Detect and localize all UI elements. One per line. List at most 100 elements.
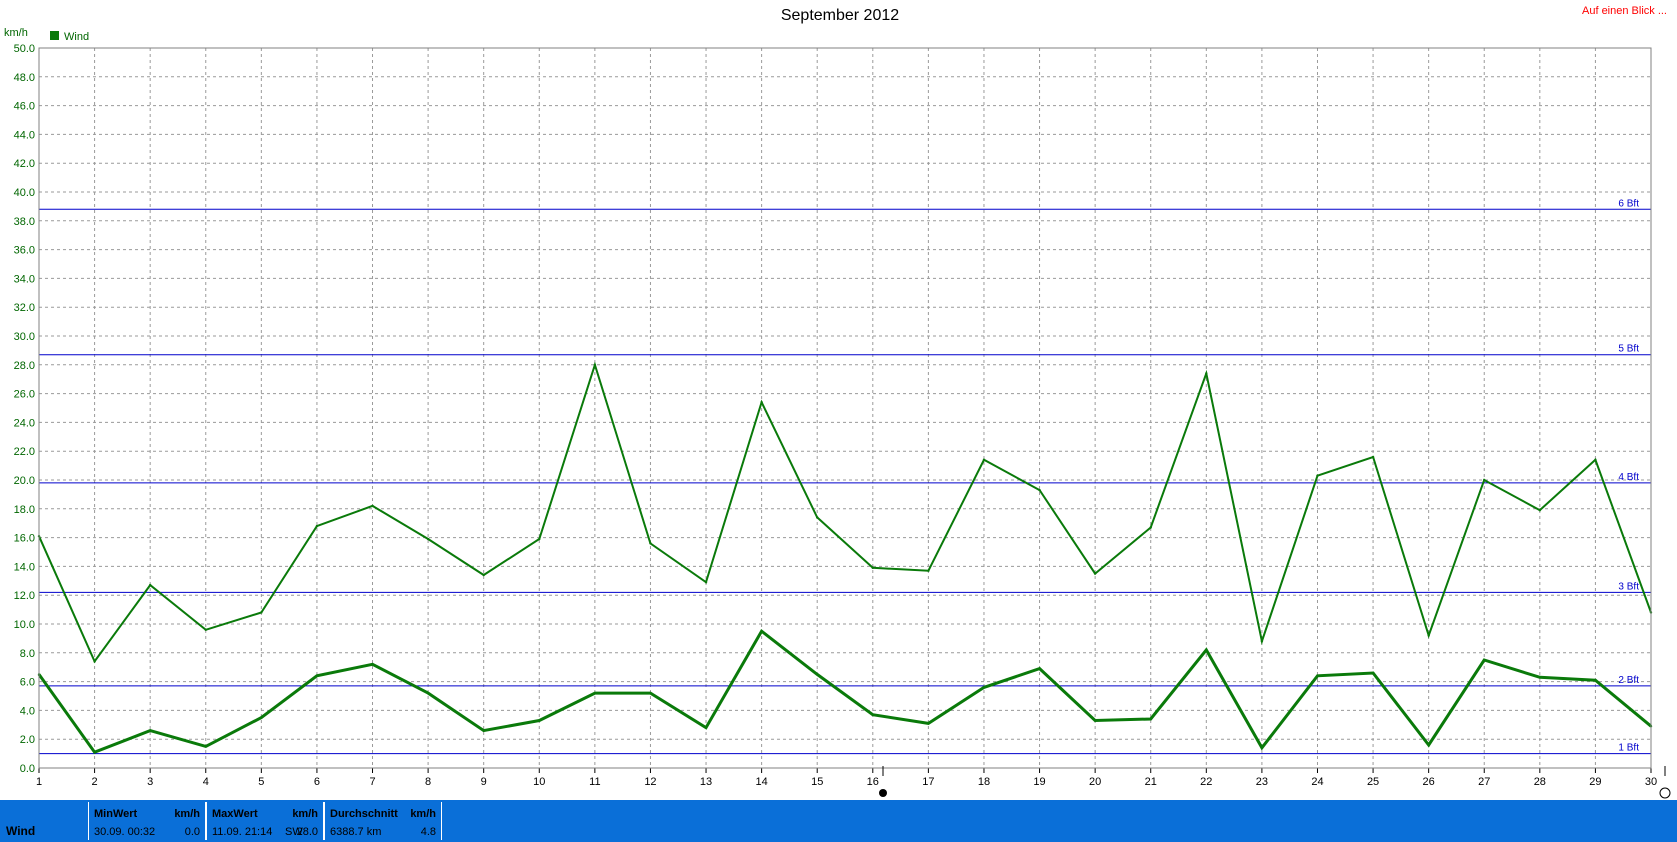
data-point-gust [93,660,96,663]
y-tick-label: 50.0 [14,43,35,55]
x-tick-label: 26 [1423,776,1435,788]
data-point-average [482,729,485,732]
stats-max-unit: km/h [292,808,318,820]
stats-avg-distance: 6388.7 km [330,826,382,838]
x-tick-label: 3 [147,776,153,788]
data-point-average [760,630,763,633]
data-point-gust [1316,474,1319,477]
data-point-average [148,729,152,732]
x-tick-label: 12 [644,776,656,788]
stats-max-value: 28.0 [296,826,318,838]
data-point-average [260,716,263,719]
data-point-average [1038,667,1041,670]
data-point-gust [260,611,263,614]
y-tick-label: 46.0 [14,101,35,113]
x-tick-label: 14 [755,776,767,788]
data-point-average [1316,674,1319,678]
y-tick-label: 38.0 [14,216,35,228]
x-tick-label: 20 [1089,776,1101,788]
wind-chart: September 2012 km/h Wind 1 Bft 2 Bft 3 Bft… [4,7,1671,799]
y-tick-label: 10.0 [14,619,35,631]
data-point-gust [1205,372,1208,375]
beaufort-label: 1 Bft [1618,743,1639,754]
y-tick-label: 0.0 [20,763,35,775]
legend-swatch [50,31,59,40]
grid [39,47,1651,769]
beaufort-label: 2 Bft [1618,675,1639,686]
y-tick-label: 22.0 [14,446,35,458]
data-point-gust [871,566,874,570]
data-point-average [93,750,96,754]
x-tick-label: 4 [203,776,209,788]
data-point-average [982,686,986,689]
data-point-gust [538,537,541,541]
data-point-gust [1538,509,1542,512]
x-tick-label: 8 [425,776,431,788]
x-tick-label: 25 [1367,776,1379,788]
data-point-average [649,691,652,695]
y-tick-label: 40.0 [14,187,35,199]
data-point-average [1538,676,1542,679]
data-point-average [1205,648,1208,652]
x-tick-label: 11 [589,776,600,788]
y-tick-label: 26.0 [14,389,35,401]
end-circle[interactable] [1659,787,1671,799]
y-tick-label: 16.0 [14,533,35,545]
data-point-average [1260,746,1264,750]
stats-avg-unit: km/h [410,808,436,820]
data-point-gust [1093,572,1097,575]
x-tick-label: 21 [1145,776,1157,788]
x-tick-label: 28 [1534,776,1546,788]
data-point-average [1594,678,1597,682]
y-tick-label: 6.0 [20,677,35,689]
data-point-gust [426,537,430,541]
x-tick-label: 5 [258,776,264,788]
x-tick-label: 17 [922,776,934,788]
y-tick-label: 32.0 [14,302,35,314]
data-point-gust [927,569,930,572]
stats-bar: Wind MinWert km/h 30.09. 00:32 0.0 MaxWe… [0,800,1677,842]
x-tick-label: 18 [978,776,990,788]
x-tick-label: 16 [867,776,879,788]
y-tick-label: 8.0 [20,648,35,660]
y-tick-label: 18.0 [14,504,35,516]
overview-link[interactable]: Auf einen Blick ... [1582,5,1667,17]
data-point-average [927,722,930,725]
data-point-gust [982,458,986,462]
y-tick-label: 42.0 [14,158,35,170]
data-point-gust [148,583,152,587]
data-point-average [704,726,708,729]
data-point-average [1149,717,1152,721]
x-tick-label: 6 [314,776,320,788]
x-tick-label: 30 [1645,776,1657,788]
y-axis-unit: km/h [4,27,28,39]
stats-avg-box: Durchschnitt km/h 6388.7 km 4.8 [324,802,442,840]
x-tick-label: 29 [1589,776,1601,788]
data-point-gust [593,363,597,366]
y-tick-label: 44.0 [14,129,35,141]
data-point-average [538,719,541,722]
x-tick-label: 10 [533,776,545,788]
y-tick-label: 2.0 [20,734,35,746]
x-tick-label: 22 [1200,776,1212,788]
legend-label: Wind [64,31,89,43]
stats-series-name: Wind [6,824,36,838]
y-tick-label: 48.0 [14,72,35,84]
x-tick-label: 9 [481,776,487,788]
data-point-gust [1371,455,1375,459]
data-point-gust [315,524,319,528]
y-tick-label: 20.0 [14,475,35,487]
stats-min-unit: km/h [174,808,200,820]
y-tick-label: 30.0 [14,331,35,343]
y-tick-label: 14.0 [14,561,35,573]
data-point-average [871,713,874,716]
data-point-gust [704,581,708,584]
data-point-average [816,673,819,676]
beaufort-label: 3 Bft [1618,581,1639,592]
cursor-dot[interactable] [879,789,887,797]
data-point-gust [1260,640,1264,643]
stats-avg-value: 4.8 [420,826,436,838]
y-tick-label: 12.0 [14,590,35,602]
data-point-gust [1483,478,1486,482]
data-point-gust [204,628,207,631]
